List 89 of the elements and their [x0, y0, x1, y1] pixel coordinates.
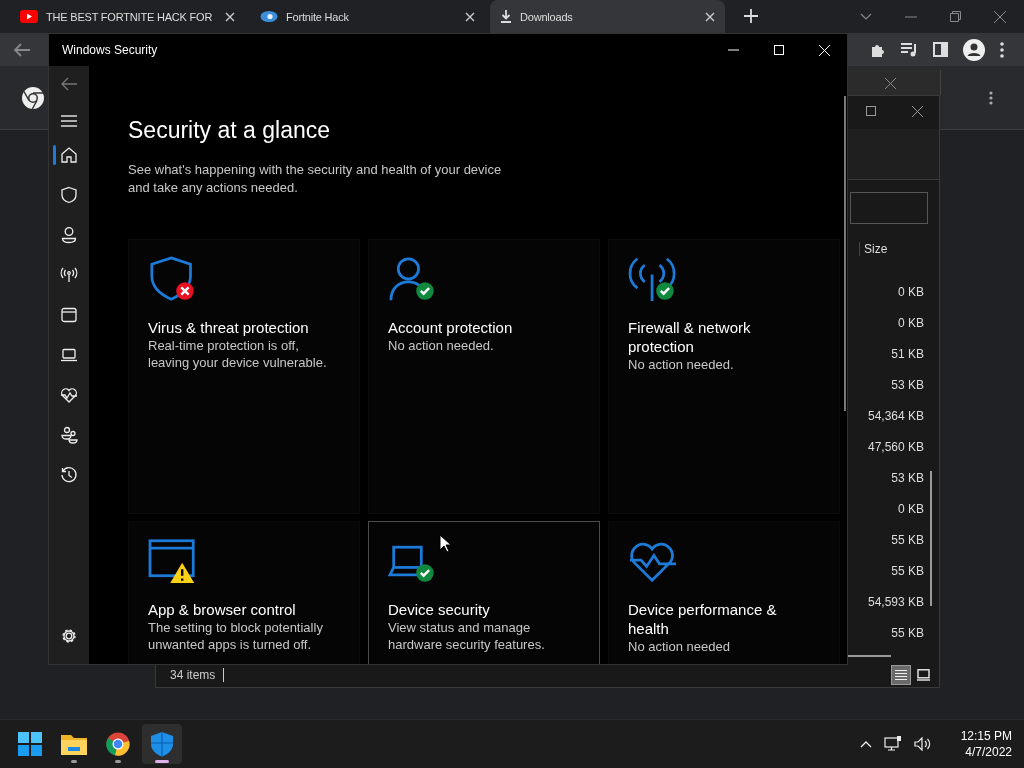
size-cell: 0 KB [898, 315, 924, 332]
back-arrow-icon[interactable] [61, 77, 77, 91]
window-title: Windows Security [62, 43, 158, 57]
card-title: Account protection [388, 318, 514, 337]
chevron-up-icon[interactable] [859, 740, 872, 748]
browser-tab[interactable]: Fortnite Hack [250, 0, 485, 33]
card-description: The setting to block potentially unwanted apps is turned off. [148, 619, 324, 653]
card-description: No action needed [628, 638, 731, 655]
playlist-icon[interactable] [901, 42, 918, 57]
scrollbar[interactable] [846, 655, 891, 657]
page-heading: Security at a glance [128, 117, 331, 144]
shield-icon [150, 731, 174, 757]
close-icon[interactable] [705, 11, 715, 22]
clock[interactable]: 12:15 PM 4/7/2022 [960, 728, 1012, 760]
time: 12:15 PM [960, 728, 1012, 744]
size-cell: 55 KB [891, 625, 924, 642]
card-description: No action needed. [628, 356, 735, 373]
card-title: Device performance & health [628, 600, 778, 638]
maximize-icon[interactable] [866, 106, 876, 116]
close-icon[interactable] [912, 106, 923, 117]
size-cell: 51 KB [891, 346, 924, 363]
card-title: App & browser control [148, 600, 297, 619]
chrome-logo-icon [21, 85, 45, 110]
card-title: Virus & threat protection [148, 318, 310, 337]
details-view-icon [895, 669, 907, 681]
search-field[interactable] [850, 192, 928, 224]
status-card[interactable]: App & browser control The setting to block potentially unwanted apps is turned off. [128, 521, 360, 664]
page-description: See what's happening with the security and health of your device and take any actions needed. [128, 161, 503, 197]
tiles-view-icon [916, 669, 930, 681]
browser-tab[interactable]: THE BEST FORTNITE HACK FOR [10, 0, 245, 33]
date: 4/7/2022 [965, 744, 1012, 760]
tab-title: Fortnite Hack [286, 10, 350, 23]
history-icon [60, 466, 78, 484]
windows-logo-icon [18, 732, 42, 756]
scrollbar[interactable] [930, 471, 932, 606]
home-icon [60, 146, 78, 164]
mouse-pointer-icon [439, 534, 451, 553]
side-panel-icon[interactable] [933, 42, 948, 57]
status-card[interactable]: Firewall & network protection No action needed. [608, 239, 840, 514]
family-icon [60, 426, 78, 444]
size-cell: 47,560 KB [867, 439, 924, 456]
column-header[interactable]: Size [859, 242, 888, 256]
tab-title: THE BEST FORTNITE HACK FOR [46, 10, 214, 23]
size-cell: 55 KB [891, 532, 924, 549]
item-count: 34 items [170, 668, 225, 682]
status-card[interactable]: Device security View status and manage hardware security features. [368, 521, 600, 664]
size-cell: 0 KB [898, 284, 924, 301]
size-cell: 54,364 KB [867, 408, 924, 425]
chrome-logo-icon [106, 732, 130, 756]
status-card[interactable]: Account protection No action needed. [368, 239, 600, 514]
more-icon[interactable] [1000, 41, 1004, 58]
card-title: Firewall & network protection [628, 318, 752, 356]
heart-icon [60, 386, 78, 404]
download-icon [500, 10, 512, 23]
close-icon[interactable] [225, 11, 235, 22]
size-cell: 53 KB [891, 470, 924, 487]
antenna-icon [60, 266, 78, 284]
back-arrow-icon[interactable] [14, 42, 30, 57]
more-icon[interactable] [989, 90, 993, 105]
restore-icon[interactable] [950, 11, 961, 22]
size-cell: 54,593 KB [867, 594, 924, 611]
size-cell: 0 KB [898, 501, 924, 518]
tab-title: Downloads [520, 10, 574, 23]
tab-search-icon[interactable] [860, 13, 872, 20]
card-description: No action needed. [388, 337, 495, 354]
menu-icon[interactable] [61, 115, 77, 127]
laptop-icon [60, 346, 78, 364]
person-icon [60, 226, 78, 244]
eye-logo-icon [260, 10, 278, 23]
status-card[interactable]: Virus & threat protection Real-time protection is off, leaving your device vulnerable. [128, 239, 360, 514]
folder-icon [61, 733, 87, 755]
close-icon[interactable] [465, 11, 475, 22]
shield-icon [60, 186, 78, 204]
browser-tab[interactable]: Downloads [490, 0, 725, 33]
window-icon [60, 306, 78, 324]
status-card[interactable]: Device performance & health No action needed [608, 521, 840, 664]
taskbar-app[interactable] [142, 724, 182, 764]
size-cell: 55 KB [891, 563, 924, 580]
card-description: Real-time protection is off, leaving your device vulnerable. [148, 337, 328, 371]
volume-icon[interactable] [913, 737, 931, 751]
card-title: Device security [388, 600, 491, 619]
network-icon[interactable] [883, 736, 902, 752]
settings-icon[interactable] [60, 627, 78, 645]
size-cell: 53 KB [891, 377, 924, 394]
video-logo-icon [20, 10, 38, 23]
profile-icon[interactable] [963, 38, 985, 61]
card-description: View status and manage hardware security features. [388, 619, 546, 653]
scrollbar[interactable] [844, 96, 846, 411]
new-tab-icon[interactable] [744, 9, 758, 23]
